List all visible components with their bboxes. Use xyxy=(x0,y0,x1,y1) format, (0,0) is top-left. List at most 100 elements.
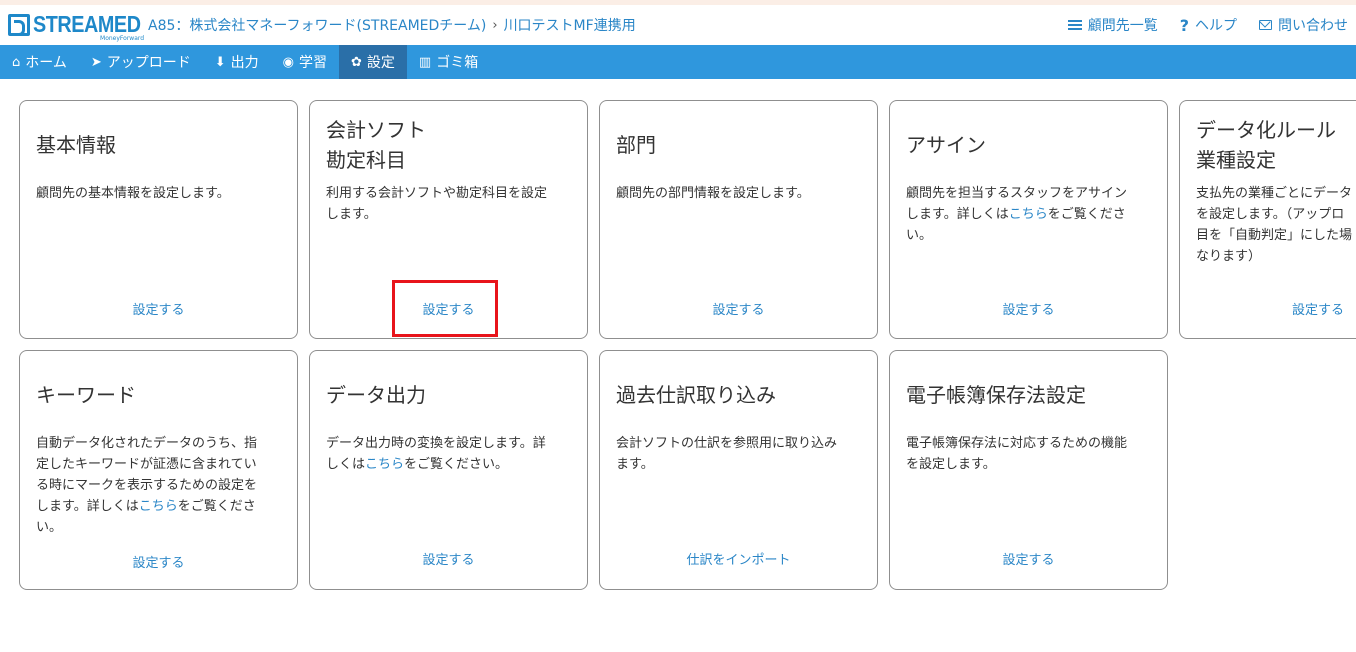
nav-item-home[interactable]: ⌂ ホーム xyxy=(0,45,79,79)
desc-line: を設定します。（アップロ xyxy=(1196,207,1345,222)
configure-button[interactable]: 設定する xyxy=(890,549,1167,568)
desc-text: をご覧ください。 xyxy=(404,457,509,472)
logo-sub: MoneyForward xyxy=(100,35,145,42)
card-basic-info: 基本情報 顧問先の基本情報を設定します。 設定する xyxy=(19,100,298,339)
desc-line: ます。 xyxy=(616,457,654,472)
desc-text: します。詳しくは xyxy=(906,207,1009,222)
nav-label: ゴミ箱 xyxy=(436,55,479,71)
details-link[interactable]: こちら xyxy=(365,457,404,472)
desc-line: します。 xyxy=(326,207,377,222)
card-electronic-books: 電子帳簿保存法設定 電子帳簿保存法に対応するための機能 を設定します。 設定する xyxy=(889,350,1168,590)
nav-item-output[interactable]: ⬇ 出力 xyxy=(203,45,271,79)
contact-link[interactable]: 問い合わせ xyxy=(1259,15,1348,35)
desc-line: 会計ソフトの仕訳を参照用に取り込み xyxy=(616,436,838,451)
nav-label: 設定 xyxy=(366,55,395,71)
home-icon: ⌂ xyxy=(12,54,21,70)
desc-line: します。詳しくはこちらをご覧くださ xyxy=(906,204,1156,225)
configure-button[interactable]: 設定する xyxy=(890,299,1167,318)
card-department: 部門 顧問先の部門情報を設定します。 設定する xyxy=(599,100,878,339)
logo-text: STREAMED xyxy=(33,11,141,37)
desc-text: をご覧くださ xyxy=(1047,207,1126,222)
desc-line: 利用する会計ソフトや勘定科目を設定 xyxy=(326,186,548,201)
desc-line: を設定します。 xyxy=(906,457,996,472)
desc-line: します。詳しくはこちらをご覧くださ xyxy=(36,496,286,517)
card-assign: アサイン 顧問先を担当するスタッフをアサイン します。詳しくはこちらをご覧くださ… xyxy=(889,100,1168,339)
card-data-rules: データ化ルール 業種設定 支払先の業種ごとにデータ を設定します。（アップロ 目… xyxy=(1179,100,1356,339)
nav-item-upload[interactable]: ➤ アップロード xyxy=(79,45,203,79)
card-description: 電子帳簿保存法に対応するための機能 を設定します。 xyxy=(906,433,1156,475)
help-link[interactable]: ? ヘルプ xyxy=(1180,15,1237,35)
card-title: 電子帳簿保存法設定 xyxy=(906,383,1086,407)
desc-text: します。詳しくは xyxy=(36,499,139,514)
header-links: 顧問先一覧 ? ヘルプ 問い合わせ xyxy=(1046,15,1348,35)
breadcrumb-org[interactable]: A85：株式会社マネーフォワード(STREAMEDチーム) xyxy=(148,15,486,35)
send-icon: ➤ xyxy=(90,54,102,70)
card-title-line2: 業種設定 xyxy=(1196,148,1276,172)
logo-textwrap: STREAMED MoneyForward xyxy=(33,11,158,42)
card-description: 支払先の業種ごとにデータ を設定します。（アップロ 目を「自動判定」にした場 な… xyxy=(1196,183,1356,267)
nav-label: 出力 xyxy=(230,55,259,71)
card-description: 会計ソフトの仕訳を参照用に取り込み ます。 xyxy=(616,433,866,475)
desc-line: 自動データ化されたデータのうち、指 xyxy=(36,436,258,451)
configure-button[interactable]: 設定する xyxy=(20,299,297,318)
card-title: アサイン xyxy=(906,133,986,157)
card-title: キーワード xyxy=(36,383,136,407)
details-link[interactable]: こちら xyxy=(139,499,178,514)
desc-line: データ出力時の変換を設定します。詳 xyxy=(326,436,546,451)
gear-icon: ✿ xyxy=(351,54,362,70)
card-title: 基本情報 xyxy=(36,133,116,157)
desc-line: 顧問先を担当するスタッフをアサイン xyxy=(906,186,1128,201)
download-icon: ⬇ xyxy=(214,54,226,70)
card-title: データ化ルール xyxy=(1196,118,1336,142)
desc-line: い。 xyxy=(36,520,63,535)
import-journal-button[interactable]: 仕訳をインポート xyxy=(600,549,877,568)
desc-line: しくはこちらをご覧ください。 xyxy=(326,454,576,475)
desc-line: る時にマークを表示するための設定を xyxy=(36,478,258,493)
nav-item-settings[interactable]: ✿ 設定 xyxy=(339,45,407,79)
client-list-label: 顧問先一覧 xyxy=(1087,18,1158,34)
client-list-link[interactable]: 顧問先一覧 xyxy=(1067,15,1158,35)
desc-line: 定したキーワードが証憑に含まれてい xyxy=(36,457,257,472)
main-nav: ⌂ ホーム ➤ アップロード ⬇ 出力 ◉ 学習 ✿ 設定 ▥ ゴミ箱 xyxy=(0,45,1356,79)
desc-line: なります） xyxy=(1196,249,1262,264)
card-title: 会計ソフト xyxy=(326,118,426,142)
question-icon: ? xyxy=(1179,15,1189,35)
card-description: 利用する会計ソフトや勘定科目を設定 します。 xyxy=(326,183,576,225)
header: STREAMED MoneyForward A85：株式会社マネーフォワード(S… xyxy=(0,5,1356,45)
trash-icon: ▥ xyxy=(418,54,432,70)
nav-label: ホーム xyxy=(25,55,67,71)
card-title: 過去仕訳取り込み xyxy=(616,383,776,407)
card-description: 顧問先の部門情報を設定します。 xyxy=(616,183,866,204)
card-data-output: データ出力 データ出力時の変換を設定します。詳 しくはこちらをご覧ください。 設… xyxy=(309,350,588,590)
help-label: ヘルプ xyxy=(1195,18,1237,34)
nav-label: アップロード xyxy=(106,55,191,71)
contact-label: 問い合わせ xyxy=(1278,18,1348,34)
highlight-box xyxy=(392,280,498,337)
list-icon xyxy=(1067,20,1082,30)
mail-icon xyxy=(1259,20,1272,30)
configure-button[interactable]: 設定する xyxy=(20,552,297,571)
nav-item-learning[interactable]: ◉ 学習 xyxy=(271,45,339,79)
desc-text: しくは xyxy=(326,457,366,472)
nav-item-trash[interactable]: ▥ ゴミ箱 xyxy=(407,45,490,79)
card-keyword: キーワード 自動データ化されたデータのうち、指 定したキーワードが証憑に含まれて… xyxy=(19,350,298,590)
card-title-line2: 勘定科目 xyxy=(326,148,406,172)
streamed-logo[interactable]: STREAMED MoneyForward xyxy=(8,11,158,42)
card-description: データ出力時の変換を設定します。詳 しくはこちらをご覧ください。 xyxy=(326,433,576,475)
desc-line: 支払先の業種ごとにデータ xyxy=(1196,186,1353,201)
nav-label: 学習 xyxy=(299,55,328,71)
card-description: 顧問先の基本情報を設定します。 xyxy=(36,183,286,204)
configure-button[interactable]: 設定する xyxy=(600,299,877,318)
desc-line: 顧問先の部門情報を設定します。 xyxy=(616,186,810,201)
configure-button[interactable]: 設定する xyxy=(310,549,587,568)
desc-line: 目を「自動判定」にした場 xyxy=(1196,228,1353,243)
streamed-logo-icon xyxy=(8,14,30,36)
card-past-journal-import: 過去仕訳取り込み 会計ソフトの仕訳を参照用に取り込み ます。 仕訳をインポート xyxy=(599,350,878,590)
card-title: データ出力 xyxy=(326,383,426,407)
desc-text: をご覧くださ xyxy=(177,499,256,514)
configure-button[interactable]: 設定する xyxy=(1292,299,1344,318)
card-description: 自動データ化されたデータのうち、指 定したキーワードが証憑に含まれてい る時にマ… xyxy=(36,433,286,538)
breadcrumb-client[interactable]: 川口テストMF連携用 xyxy=(504,15,636,35)
details-link[interactable]: こちら xyxy=(1009,207,1048,222)
card-description: 顧問先を担当するスタッフをアサイン します。詳しくはこちらをご覧くださ い。 xyxy=(906,183,1156,246)
